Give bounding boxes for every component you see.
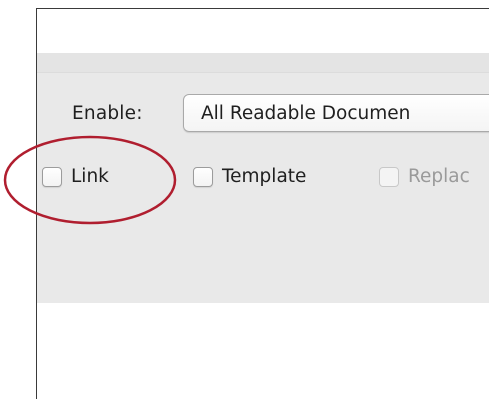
replace-checkbox-box (379, 166, 399, 187)
link-checkbox-label[interactable]: Link (71, 166, 109, 187)
panel-header-strip (37, 53, 489, 73)
replace-checkbox-label: Replac (408, 166, 470, 187)
link-checkbox-box[interactable] (42, 166, 62, 187)
enable-select-value: All Readable Documen (201, 103, 411, 124)
template-checkbox[interactable]: Template (193, 166, 306, 187)
template-checkbox-label[interactable]: Template (222, 166, 306, 187)
template-checkbox-box[interactable] (193, 166, 213, 187)
link-checkbox[interactable]: Link (42, 166, 109, 187)
enable-label: Enable: (72, 103, 143, 124)
enable-popup-button[interactable]: All Readable Documen (183, 94, 489, 132)
replace-checkbox: Replac (379, 166, 470, 187)
